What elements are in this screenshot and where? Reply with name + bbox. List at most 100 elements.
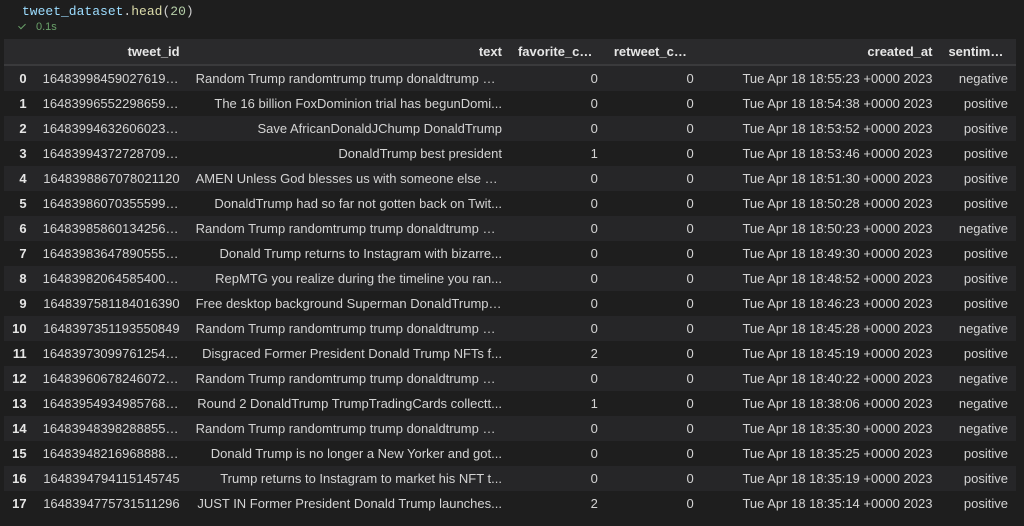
cell-sentiment: positive xyxy=(940,491,1016,516)
cell-retweet-count: 0 xyxy=(606,91,702,116)
cell-created-at: Tue Apr 18 18:53:46 +0000 2023 xyxy=(702,141,941,166)
cell-created-at: Tue Apr 18 18:35:14 +0000 2023 xyxy=(702,491,941,516)
cell-created-at: Tue Apr 18 18:46:23 +0000 2023 xyxy=(702,291,941,316)
cell-created-at: Tue Apr 18 18:35:25 +0000 2023 xyxy=(702,441,941,466)
cell-created-at: Tue Apr 18 18:35:30 +0000 2023 xyxy=(702,416,941,441)
cell-tweet-id: 1648394839828885506 xyxy=(35,416,188,441)
cell-retweet-count: 0 xyxy=(606,166,702,191)
cell-sentiment: positive xyxy=(940,241,1016,266)
cell-favorite-count: 2 xyxy=(510,491,606,516)
code-arg: 20 xyxy=(170,4,186,19)
cell-retweet-count: 0 xyxy=(606,241,702,266)
cell-text: The 16 billion FoxDominion trial has beg… xyxy=(188,91,510,116)
cell-sentiment: positive xyxy=(940,191,1016,216)
cell-retweet-count: 0 xyxy=(606,441,702,466)
row-index: 14 xyxy=(4,416,35,441)
cell-sentiment: negative xyxy=(940,391,1016,416)
code-cell-input[interactable]: tweet_dataset.head(20) xyxy=(0,0,1024,21)
code-method: head xyxy=(131,4,162,19)
cell-tweet-id: 1648396067824607241 xyxy=(35,366,188,391)
cell-created-at: Tue Apr 18 18:53:52 +0000 2023 xyxy=(702,116,941,141)
cell-favorite-count: 0 xyxy=(510,466,606,491)
cell-text: Round 2 DonaldTrump TrumpTradingCards co… xyxy=(188,391,510,416)
col-header-favorite-count: favorite_count xyxy=(510,39,606,65)
cell-text: AMEN Unless God blesses us with someone … xyxy=(188,166,510,191)
col-header-retweet-count: retweet_count xyxy=(606,39,702,65)
cell-retweet-count: 0 xyxy=(606,191,702,216)
table-row: 141648394839828885506Random Trump random… xyxy=(4,416,1016,441)
cell-favorite-count: 1 xyxy=(510,391,606,416)
cell-favorite-count: 0 xyxy=(510,366,606,391)
table-row: 151648394821696888837Donald Trump is no … xyxy=(4,441,1016,466)
cell-retweet-count: 0 xyxy=(606,266,702,291)
cell-text: Save AfricanDonaldJChump DonaldTrump xyxy=(188,116,510,141)
cell-tweet-id: 1648398364789055508 xyxy=(35,241,188,266)
cell-tweet-id: 1648394821696888837 xyxy=(35,441,188,466)
cell-favorite-count: 0 xyxy=(510,191,606,216)
table-row: 01648399845902761986Random Trump randomt… xyxy=(4,65,1016,91)
cell-favorite-count: 0 xyxy=(510,116,606,141)
check-icon xyxy=(18,21,30,33)
cell-tweet-id: 1648398607035559937 xyxy=(35,191,188,216)
cell-retweet-count: 0 xyxy=(606,65,702,91)
cell-text: Random Trump randomtrump trump donaldtru… xyxy=(188,416,510,441)
cell-favorite-count: 0 xyxy=(510,216,606,241)
row-index: 17 xyxy=(4,491,35,516)
row-index: 1 xyxy=(4,91,35,116)
cell-tweet-id: 1648397581184016390 xyxy=(35,291,188,316)
cell-sentiment: negative xyxy=(940,316,1016,341)
cell-sentiment: negative xyxy=(940,366,1016,391)
table-row: 91648397581184016390Free desktop backgro… xyxy=(4,291,1016,316)
cell-tweet-id: 1648394775731511296 xyxy=(35,491,188,516)
col-header-tweet-id: tweet_id xyxy=(35,39,188,65)
table-header-row: tweet_id text favorite_count retweet_cou… xyxy=(4,39,1016,65)
cell-tweet-id: 1648399437272870912 xyxy=(35,141,188,166)
cell-sentiment: positive xyxy=(940,141,1016,166)
row-index: 6 xyxy=(4,216,35,241)
table-row: 111648397309976125450Disgraced Former Pr… xyxy=(4,341,1016,366)
cell-retweet-count: 0 xyxy=(606,416,702,441)
cell-sentiment: negative xyxy=(940,216,1016,241)
row-index: 12 xyxy=(4,366,35,391)
cell-created-at: Tue Apr 18 18:49:30 +0000 2023 xyxy=(702,241,941,266)
cell-sentiment: positive xyxy=(940,341,1016,366)
row-index: 0 xyxy=(4,65,35,91)
cell-text: Random Trump randomtrump trump donaldtru… xyxy=(188,65,510,91)
cell-favorite-count: 0 xyxy=(510,291,606,316)
cell-tweet-id: 1648394794115145745 xyxy=(35,466,188,491)
row-index: 5 xyxy=(4,191,35,216)
cell-created-at: Tue Apr 18 18:48:52 +0000 2023 xyxy=(702,266,941,291)
execution-status: 0.1s xyxy=(0,21,1024,39)
cell-tweet-id: 1648399655229865984 xyxy=(35,91,188,116)
cell-favorite-count: 0 xyxy=(510,316,606,341)
row-index: 13 xyxy=(4,391,35,416)
cell-favorite-count: 0 xyxy=(510,416,606,441)
cell-retweet-count: 0 xyxy=(606,491,702,516)
cell-sentiment: positive xyxy=(940,91,1016,116)
cell-retweet-count: 0 xyxy=(606,116,702,141)
cell-text: RepMTG you realize during the timeline y… xyxy=(188,266,510,291)
cell-tweet-id: 1648398206458540036 xyxy=(35,266,188,291)
cell-retweet-count: 0 xyxy=(606,366,702,391)
row-index: 16 xyxy=(4,466,35,491)
cell-created-at: Tue Apr 18 18:38:06 +0000 2023 xyxy=(702,391,941,416)
cell-created-at: Tue Apr 18 18:50:23 +0000 2023 xyxy=(702,216,941,241)
table-row: 61648398586013425678Random Trump randomt… xyxy=(4,216,1016,241)
cell-text: Trump returns to Instagram to market his… xyxy=(188,466,510,491)
cell-tweet-id: 1648399845902761986 xyxy=(35,65,188,91)
row-index: 9 xyxy=(4,291,35,316)
cell-created-at: Tue Apr 18 18:55:23 +0000 2023 xyxy=(702,65,941,91)
cell-favorite-count: 0 xyxy=(510,166,606,191)
cell-tweet-id: 1648398867078021120 xyxy=(35,166,188,191)
cell-retweet-count: 0 xyxy=(606,466,702,491)
cell-tweet-id: 1648398586013425678 xyxy=(35,216,188,241)
cell-sentiment: positive xyxy=(940,116,1016,141)
row-index: 3 xyxy=(4,141,35,166)
row-index: 2 xyxy=(4,116,35,141)
cell-retweet-count: 0 xyxy=(606,291,702,316)
cell-retweet-count: 0 xyxy=(606,141,702,166)
cell-created-at: Tue Apr 18 18:45:28 +0000 2023 xyxy=(702,316,941,341)
cell-retweet-count: 0 xyxy=(606,391,702,416)
cell-favorite-count: 0 xyxy=(510,266,606,291)
row-index: 4 xyxy=(4,166,35,191)
